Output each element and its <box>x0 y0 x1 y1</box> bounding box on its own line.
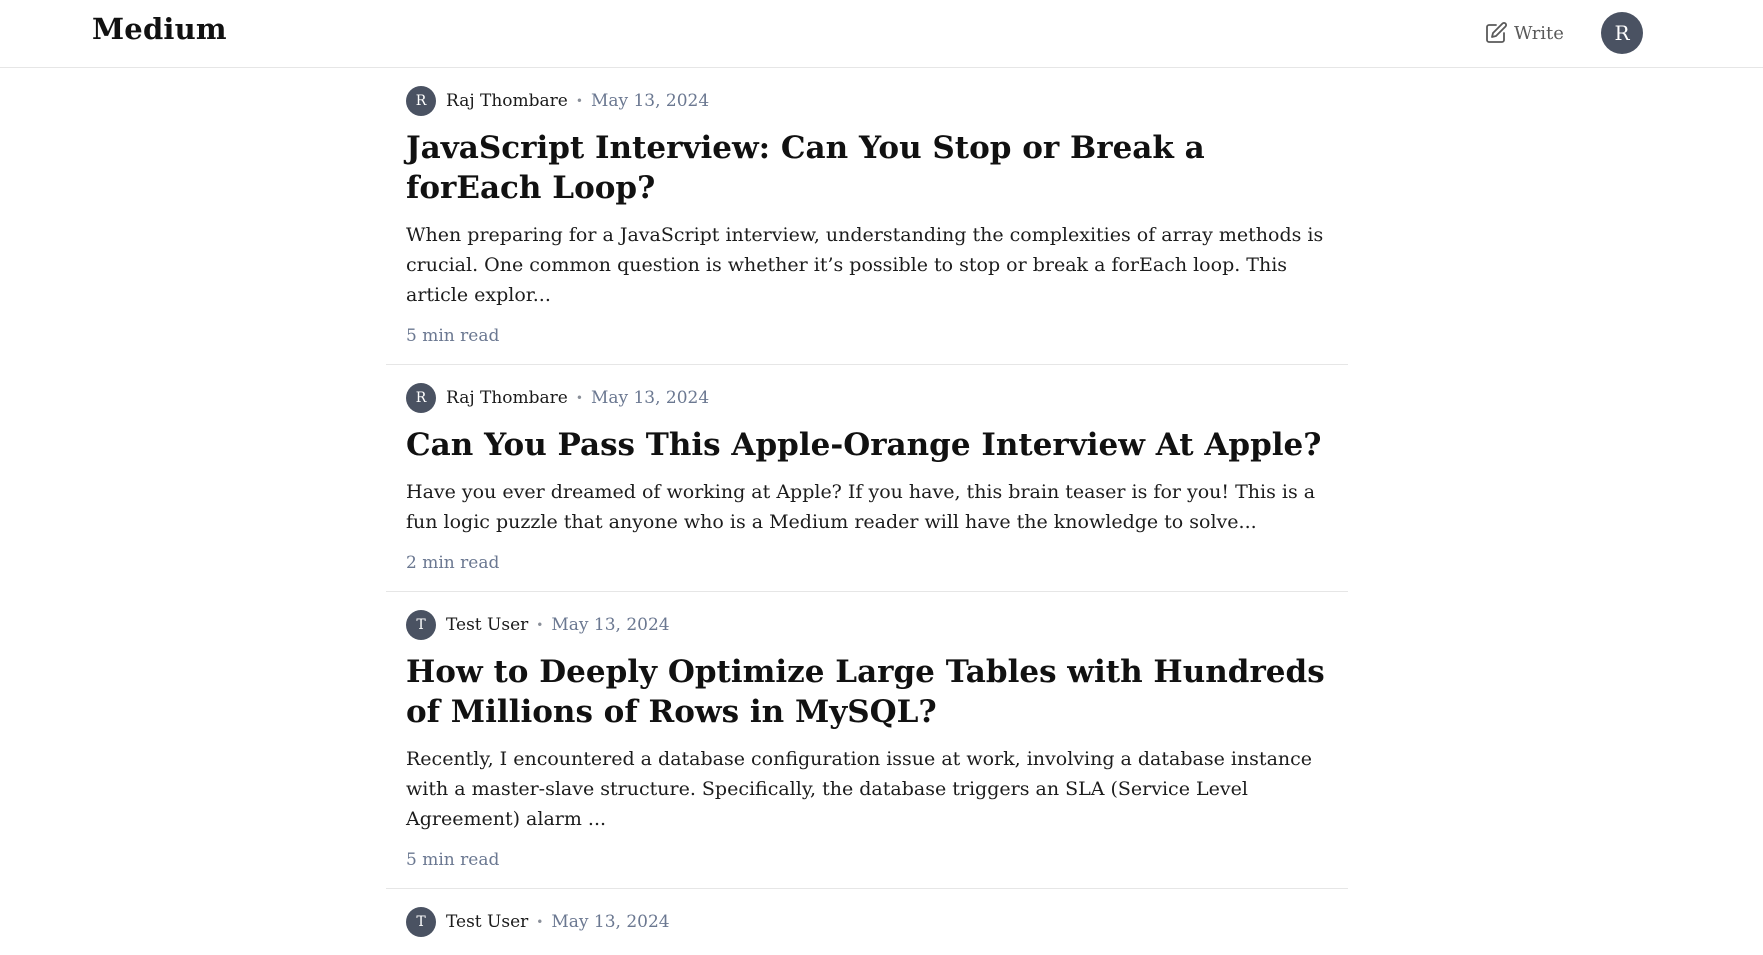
read-time: 2 min read <box>406 553 500 573</box>
separator-dot: • <box>536 915 544 929</box>
author-avatar: T <box>406 907 436 937</box>
post-meta: R Raj Thombare • May 13, 2024 <box>406 383 1328 413</box>
read-time: 5 min read <box>406 326 500 346</box>
author-name: Raj Thombare <box>446 388 568 408</box>
author-name: Test User <box>446 615 529 635</box>
separator-dot: • <box>575 94 583 108</box>
top-navbar: Medium Write R <box>0 0 1763 68</box>
post-feed: R Raj Thombare • May 13, 2024 JavaScript… <box>386 68 1348 955</box>
author-name: Test User <box>446 912 529 932</box>
post-excerpt: When preparing for a JavaScript intervie… <box>406 224 1324 306</box>
separator-dot: • <box>536 618 544 632</box>
post-excerpt: Have you ever dreamed of working at Appl… <box>406 481 1316 533</box>
write-button[interactable]: Write <box>1484 18 1564 48</box>
post-date: May 13, 2024 <box>551 912 670 932</box>
brand-logo[interactable]: Medium <box>92 12 227 46</box>
write-label: Write <box>1514 22 1564 44</box>
post-meta: R Raj Thombare • May 13, 2024 <box>406 86 1328 116</box>
author-avatar: R <box>406 383 436 413</box>
user-avatar[interactable]: R <box>1601 12 1643 54</box>
post-title[interactable]: Can You Pass This Apple-Orange Interview… <box>406 425 1328 465</box>
author-name: Raj Thombare <box>446 91 568 111</box>
read-time: 5 min read <box>406 850 500 870</box>
post-date: May 13, 2024 <box>590 91 710 111</box>
post-date: May 13, 2024 <box>551 615 670 635</box>
post-card[interactable]: T Test User • May 13, 2024 <box>386 889 1348 955</box>
post-meta: T Test User • May 13, 2024 <box>406 907 1328 937</box>
separator-dot: • <box>575 391 583 405</box>
write-icon <box>1484 21 1508 45</box>
post-meta: T Test User • May 13, 2024 <box>406 610 1328 640</box>
post-excerpt: Recently, I encountered a database confi… <box>406 748 1313 830</box>
post-date: May 13, 2024 <box>590 388 710 408</box>
post-card[interactable]: R Raj Thombare • May 13, 2024 Can You Pa… <box>386 365 1348 592</box>
post-title[interactable]: How to Deeply Optimize Large Tables with… <box>406 652 1328 732</box>
post-card[interactable]: R Raj Thombare • May 13, 2024 JavaScript… <box>386 68 1348 365</box>
post-title[interactable]: JavaScript Interview: Can You Stop or Br… <box>406 128 1328 208</box>
author-avatar: R <box>406 86 436 116</box>
post-card[interactable]: T Test User • May 13, 2024 How to Deeply… <box>386 592 1348 889</box>
author-avatar: T <box>406 610 436 640</box>
